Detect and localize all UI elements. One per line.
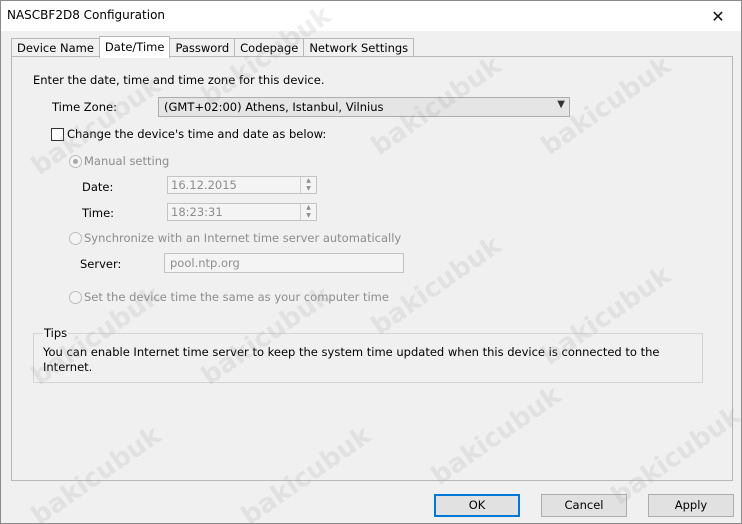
time-label: Time:: [82, 206, 115, 220]
close-icon: ✕: [711, 6, 725, 26]
tab-codepage[interactable]: Codepage: [234, 38, 305, 57]
manual-setting-label: Manual setting: [84, 154, 170, 168]
spin-down-icon[interactable]: ▼: [301, 212, 316, 220]
tab-password[interactable]: Password: [169, 38, 236, 57]
cancel-button[interactable]: Cancel: [541, 494, 627, 517]
tips-text: You can enable Internet time server to k…: [43, 345, 660, 374]
sync-server-label: Synchronize with an Internet time server…: [84, 231, 402, 245]
spin-down-icon[interactable]: ▼: [301, 185, 316, 193]
same-as-computer-radio[interactable]: [69, 291, 82, 304]
date-time-panel: Enter the date, time and time zone for t…: [11, 56, 733, 481]
ok-button[interactable]: OK: [434, 494, 520, 517]
date-field[interactable]: 16.12.2015 ▲ ▼: [167, 176, 317, 194]
time-value: 18:23:31: [171, 205, 223, 219]
intro-text: Enter the date, time and time zone for t…: [33, 73, 325, 87]
spin-up-icon[interactable]: ▲: [301, 204, 316, 212]
tab-device-name[interactable]: Device Name: [11, 38, 100, 57]
time-field[interactable]: 18:23:31 ▲ ▼: [167, 203, 317, 221]
chevron-down-icon: ▼: [557, 99, 565, 110]
apply-button[interactable]: Apply: [648, 494, 734, 517]
change-time-label[interactable]: Change the device's time and date as bel…: [67, 127, 326, 141]
title-bar: NASCBF2D8 Configuration ✕: [1, 1, 741, 31]
server-value: pool.ntp.org: [170, 256, 240, 270]
date-spinner[interactable]: ▲ ▼: [300, 177, 316, 193]
server-input[interactable]: pool.ntp.org: [164, 253, 404, 273]
timezone-value: (GMT+02:00) Athens, Istanbul, Vilnius: [164, 100, 384, 114]
spin-up-icon[interactable]: ▲: [301, 177, 316, 185]
same-as-computer-label: Set the device time the same as your com…: [84, 290, 389, 304]
tab-strip: Device Name Date/Time Password Codepage …: [11, 36, 415, 58]
tips-group: Tips You can enable Internet time server…: [33, 326, 703, 383]
tab-date-time[interactable]: Date/Time: [98, 36, 171, 58]
manual-setting-radio[interactable]: [69, 155, 82, 168]
timezone-select[interactable]: (GMT+02:00) Athens, Istanbul, Vilnius ▼: [158, 97, 570, 117]
sync-server-radio[interactable]: [69, 232, 82, 245]
date-value: 16.12.2015: [171, 178, 237, 192]
server-label: Server:: [80, 257, 122, 271]
time-spinner[interactable]: ▲ ▼: [300, 204, 316, 220]
configuration-window: NASCBF2D8 Configuration ✕ Device Name Da…: [0, 0, 742, 524]
date-label: Date:: [82, 180, 114, 194]
tab-network-settings[interactable]: Network Settings: [303, 38, 415, 57]
change-time-checkbox[interactable]: [51, 128, 64, 141]
tips-title: Tips: [43, 326, 69, 340]
window-title: NASCBF2D8 Configuration: [7, 8, 166, 22]
timezone-label: Time Zone:: [52, 100, 117, 114]
close-button[interactable]: ✕: [695, 1, 741, 31]
